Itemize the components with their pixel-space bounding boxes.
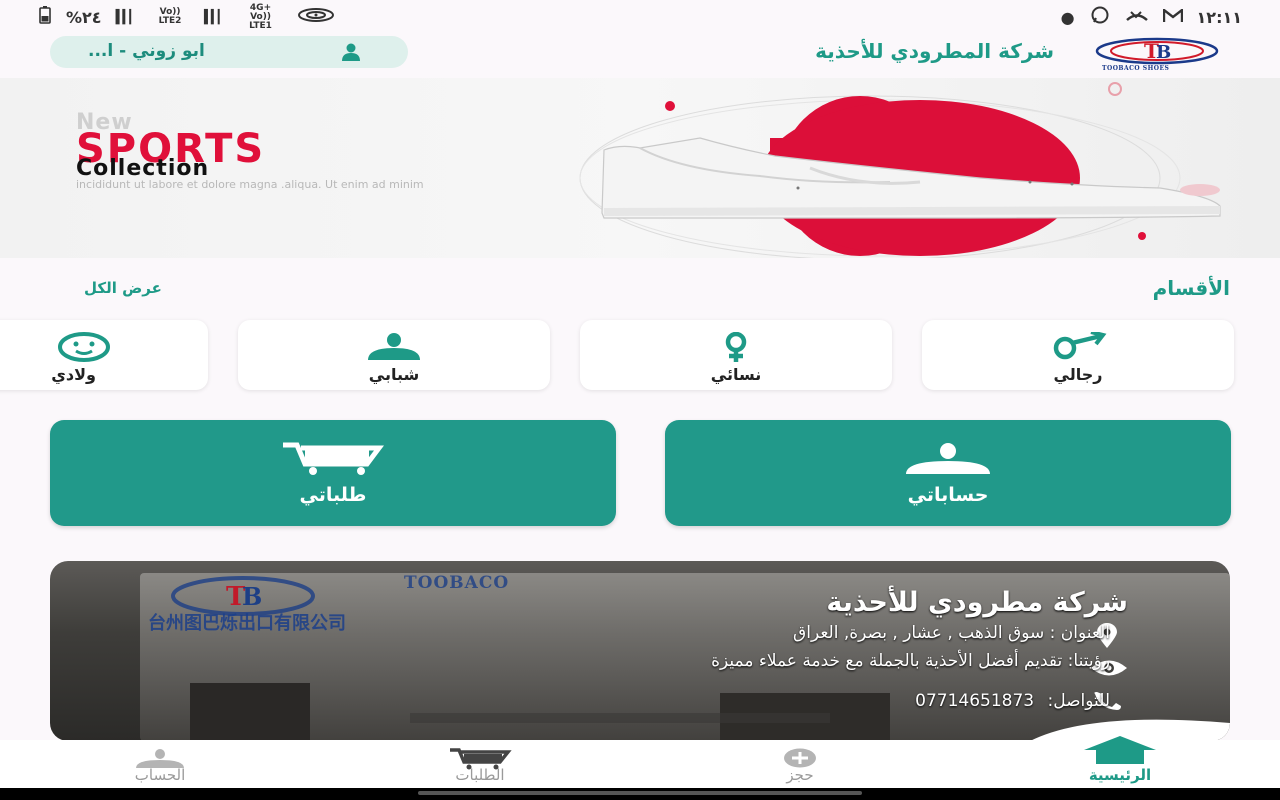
battery-icon <box>38 6 52 28</box>
gesture-handle[interactable] <box>418 791 862 795</box>
user-icon <box>340 42 362 62</box>
card-sign-cn: 台州图巴烁出口有限公司 <box>148 613 346 634</box>
account-icon <box>135 748 185 772</box>
hotspot-icon <box>297 7 335 27</box>
gmail-icon <box>1162 7 1183 27</box>
category-youth[interactable]: شبابي <box>238 320 550 390</box>
home-icon <box>1082 736 1158 768</box>
my-accounts-button[interactable]: حساباتي <box>665 420 1231 526</box>
card-contact-row: للتواصل: 07714651873 <box>915 691 1110 711</box>
person-icon <box>366 332 422 364</box>
system-gesture-bar <box>0 788 1280 800</box>
signal-2-icon: ▌▍▎ <box>204 9 226 25</box>
whatsapp-icon <box>1089 6 1111 28</box>
clock-time: ١٢:١١ <box>1196 7 1242 27</box>
user-account-pill[interactable]: ابو زوني - ا... <box>50 36 408 68</box>
categories-title: الأقسام <box>1152 276 1230 300</box>
category-kids[interactable]: ولادي <box>0 320 208 390</box>
category-label: ولادي <box>51 365 96 384</box>
card-sign-en: TOOBACO <box>404 573 510 593</box>
card-vision: رؤيتنا: تقديم أفضل الأحذية بالجملة مع خد… <box>711 651 1110 671</box>
view-all-link[interactable]: عرض الكل <box>84 279 162 297</box>
app-header: ابو زوني - ا... شركة المطرودي للأحذية T … <box>0 34 1280 78</box>
category-label: نسائي <box>710 365 762 384</box>
cart-icon <box>448 748 512 774</box>
signal-1-icon: ▌▍▎ <box>115 9 138 25</box>
my-orders-button[interactable]: طلباتي <box>50 420 616 526</box>
company-info-card[interactable]: T B TOOBACO 台州图巴烁出口有限公司 شركة مطرودي للأح… <box>50 561 1230 741</box>
banner-shoe-image <box>579 82 1221 258</box>
dot-icon: ● <box>1060 7 1075 27</box>
bottom-nav: الرئيسية حجز الطلبات الحساب <box>0 736 1280 788</box>
network-2-label: 4G+ Vo)) LTE1 <box>249 2 272 31</box>
battery-level: %٢٤ <box>66 7 102 27</box>
company-title: شركة المطرودي للأحذية <box>815 39 1054 63</box>
card-contact-label: للتواصل: <box>1047 691 1110 711</box>
logo-text: TOOBACO SHOES <box>1102 65 1170 72</box>
status-right: ● ١٢:١١ <box>1061 6 1242 28</box>
my-orders-label: طلباتي <box>299 484 367 506</box>
svg-text:B: B <box>242 582 262 611</box>
user-name: ابو زوني - ا... <box>88 41 205 61</box>
svg-text:B: B <box>1156 42 1171 63</box>
account-icon <box>905 442 991 478</box>
category-label: شبابي <box>368 365 420 384</box>
nav-orders[interactable]: الطلبات <box>400 740 560 788</box>
nav-home[interactable]: الرئيسية <box>1040 736 1200 788</box>
nav-home-label: الرئيسية <box>1088 766 1152 784</box>
promo-banner[interactable]: New SPORTS Collection incididunt ut labo… <box>0 78 1280 258</box>
my-accounts-label: حساباتي <box>907 484 989 506</box>
network-1-label: Vo)) LTE2 <box>158 7 182 26</box>
category-women[interactable]: نسائي <box>580 320 892 390</box>
nav-booking[interactable]: حجز <box>720 740 880 788</box>
status-bar: %٢٤ ▌▍▎ Vo)) LTE2 ▌▍▎ 4G+ Vo)) LTE1 ● ١٢… <box>0 0 1280 34</box>
category-men[interactable]: رجالي <box>922 320 1234 390</box>
nav-account[interactable]: الحساب <box>80 740 240 788</box>
status-left: %٢٤ ▌▍▎ Vo)) LTE2 ▌▍▎ 4G+ Vo)) LTE1 <box>38 2 335 31</box>
company-logo: T B TOOBACO SHOES <box>1094 36 1220 72</box>
missed-call-icon <box>1125 8 1149 27</box>
category-label: رجالي <box>1053 365 1103 384</box>
card-phone-number[interactable]: 07714651873 <box>915 691 1034 711</box>
cart-icon <box>281 442 385 480</box>
card-address: العنوان : سوق الذهب , عشار , بصرة, العرا… <box>793 623 1110 643</box>
card-company-title: شركة مطرودي للأحذية <box>826 587 1128 618</box>
app-screen: %٢٤ ▌▍▎ Vo)) LTE2 ▌▍▎ 4G+ Vo)) LTE1 ● ١٢… <box>0 0 1280 800</box>
banner-lorem-text: incididunt ut labore et dolore magna .al… <box>76 178 424 191</box>
female-icon <box>721 331 751 366</box>
male-icon <box>1049 330 1107 364</box>
add-circle-icon <box>783 748 817 772</box>
baby-face-icon <box>56 332 112 366</box>
